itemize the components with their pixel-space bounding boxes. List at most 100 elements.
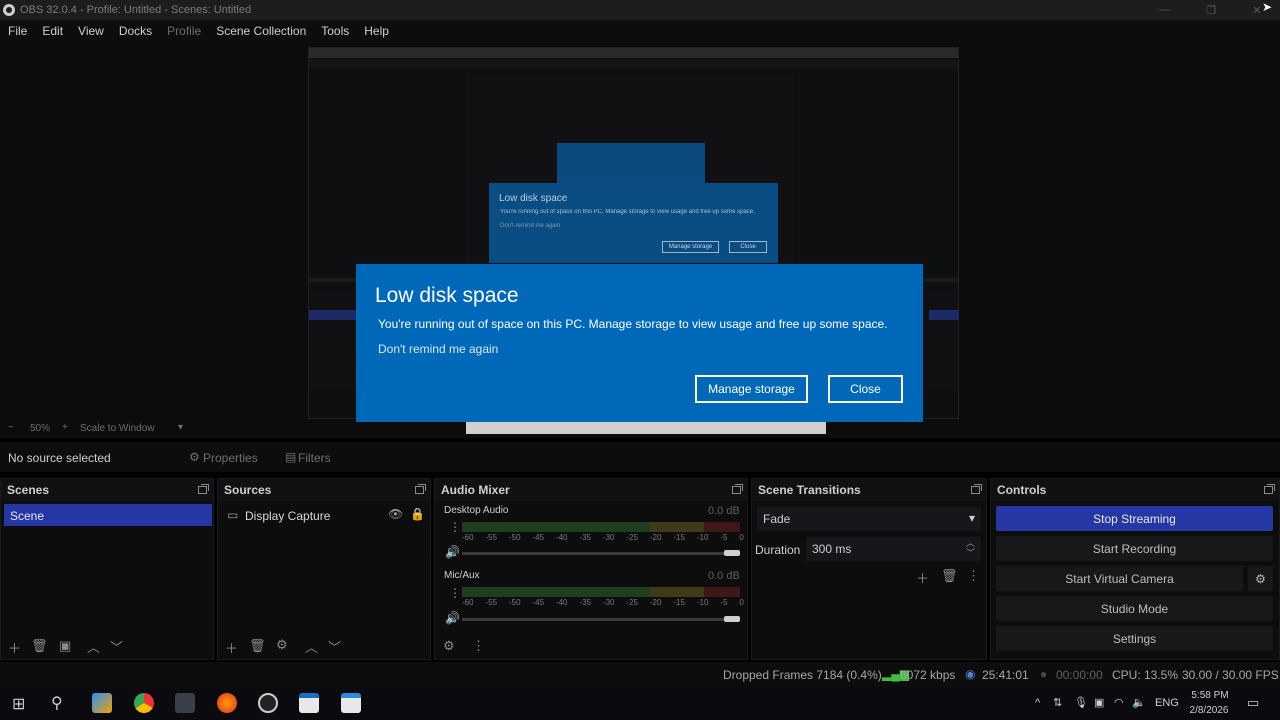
monitor-icon: ▭ [227,508,239,522]
calculator-icon[interactable] [175,693,195,713]
menu-scene-collection[interactable]: Scene Collection [216,24,306,38]
meter-scale: -60 -55 -50 -45 -40 -35 -30 -25 -20 -15 -10 -5 0 [462,533,744,542]
clock-time[interactable]: 5:58 PM [1189,690,1231,701]
windows-start-icon[interactable]: ⊞ [12,694,25,714]
window-title: OBS 32.0.4 - Profile: Untitled - Scenes:… [20,4,252,16]
menu-tools[interactable]: Tools [321,24,349,38]
notification-icon[interactable]: ▭ [1247,695,1259,711]
virtual-camera-settings-icon[interactable]: ⚙ [1248,566,1273,591]
obs-taskbar-icon[interactable] [258,693,278,713]
volume-knob[interactable] [724,616,740,622]
spin-arrows-icon[interactable]: ︿ ﹀ [966,538,975,558]
menu-help[interactable]: Help [364,24,389,38]
dont-remind-link[interactable]: Don't remind me again [378,342,498,356]
preview-scrollbar[interactable] [466,422,826,434]
nested-dialog-remind: Don't remind me again [500,223,561,229]
move-down-icon[interactable]: ﹀ [110,637,123,656]
low-disk-space-dialog: Low disk space You're running out of spa… [356,264,923,422]
add-scene-icon[interactable]: ＋ [8,638,21,657]
channel-db: 0.0 dB [708,505,740,517]
dropped-frames: Dropped Frames 7184 (0.4%) [723,668,882,682]
chevron-down-icon: ▾ [968,511,975,525]
properties-button[interactable]: Properties [203,451,258,465]
firefox-icon[interactable] [217,693,237,713]
stop-streaming-button[interactable]: Stop Streaming [996,506,1273,531]
zoom-out-icon[interactable]: − [8,422,14,433]
wifi-icon[interactable]: ◠ [1114,696,1124,709]
nested-dialog-title: Low disk space [499,193,568,204]
minimize-button[interactable]: — [1142,0,1188,20]
add-transition-icon[interactable]: ＋ [916,568,929,587]
filters-button[interactable]: Filters [298,451,331,465]
settings-button[interactable]: Settings [996,626,1273,651]
stream-time: 25:41:01 [982,668,1029,682]
volume-icon[interactable]: 🔈 [1132,696,1146,709]
volume-slider[interactable] [462,552,740,555]
copilot-icon[interactable] [92,693,112,713]
channel-menu-icon[interactable]: ⋮ [449,520,461,534]
scene-transitions-header: Scene Transitions [758,483,861,497]
mixer-menu-icon[interactable]: ⋮ [472,638,485,654]
close-button[interactable]: Close [828,375,903,403]
camera-icon[interactable]: ▣ [1094,696,1104,709]
bitrate: 6072 kbps [900,668,956,682]
remove-source-icon[interactable]: 🗑 [249,638,266,654]
menu-file[interactable]: File [8,24,27,38]
volume-knob[interactable] [724,550,740,556]
chevron-down-icon[interactable]: ▾ [178,422,183,433]
remove-transition-icon[interactable]: 🗑 [941,568,958,584]
transition-select[interactable]: Fade ▾ [757,507,981,531]
tray-chevron-icon[interactable]: ^ [1035,697,1040,709]
tray-network-icon[interactable]: ⇅ [1053,696,1062,709]
menu-profile[interactable]: Profile [167,24,201,38]
streaming-icon: ◉ [965,667,976,681]
undock-icon[interactable] [198,484,209,494]
undock-icon[interactable] [971,484,982,494]
menu-edit[interactable]: Edit [42,24,63,38]
scale-mode[interactable]: Scale to Window [80,423,154,434]
channel-menu-icon[interactable]: ⋮ [449,586,461,600]
nested-manage-button: Manage storage [662,241,719,253]
lock-icon[interactable]: 🔒 [410,507,425,521]
scene-filters-icon[interactable]: ▣ [59,638,71,654]
search-icon[interactable]: ⚲ [51,693,63,713]
chrome-icon[interactable] [134,693,154,713]
add-source-icon[interactable]: ＋ [225,638,238,657]
undock-icon[interactable] [415,484,426,494]
start-recording-button[interactable]: Start Recording [996,536,1273,561]
record-time: 00:00:00 [1056,668,1103,682]
remove-scene-icon[interactable]: 🗑 [31,638,48,654]
transition-menu-icon[interactable]: ⋮ [967,568,980,584]
microphone-icon[interactable]: 🎙 [1074,696,1088,709]
controls-header: Controls [997,483,1047,497]
app-window-icon[interactable] [299,693,319,713]
language-indicator[interactable]: ENG [1155,697,1179,709]
maximize-button[interactable]: ❐ [1188,0,1234,20]
source-item[interactable]: Display Capture [245,509,330,523]
scene-item[interactable]: Scene [4,504,212,526]
start-virtual-camera-button[interactable]: Start Virtual Camera [996,566,1243,591]
menu-view[interactable]: View [78,24,104,38]
volume-slider[interactable] [462,618,740,621]
studio-mode-button[interactable]: Studio Mode [996,596,1273,621]
fps: 30.00 / 30.00 FPS [1182,668,1279,682]
manage-storage-button[interactable]: Manage storage [695,375,808,403]
source-down-icon[interactable]: ﹀ [328,637,341,656]
close-window-button[interactable]: ✕ [1234,0,1280,20]
volume-meter [462,522,740,532]
source-up-icon[interactable]: ︿ [305,637,318,656]
undock-icon[interactable] [732,484,743,494]
duration-input[interactable]: 300 ms ︿ ﹀ [806,537,981,561]
advanced-audio-icon[interactable]: ⚙ [443,638,455,654]
speaker-icon[interactable]: 🔊 [445,545,460,559]
sources-dock: Sources ▭ Display Capture 👁 🔒 [217,478,431,660]
speaker-icon[interactable]: 🔊 [445,611,460,625]
move-up-icon[interactable]: ︿ [87,637,100,656]
clock-date[interactable]: 2/8/2026 [1186,705,1232,716]
undock-icon[interactable] [1264,484,1275,494]
app-window-icon-2[interactable] [341,693,361,713]
source-properties-icon[interactable]: ⚙ [276,637,288,653]
menu-docks[interactable]: Docks [119,24,152,38]
zoom-in-icon[interactable]: + [62,422,68,433]
eye-icon[interactable]: 👁 [388,507,403,521]
